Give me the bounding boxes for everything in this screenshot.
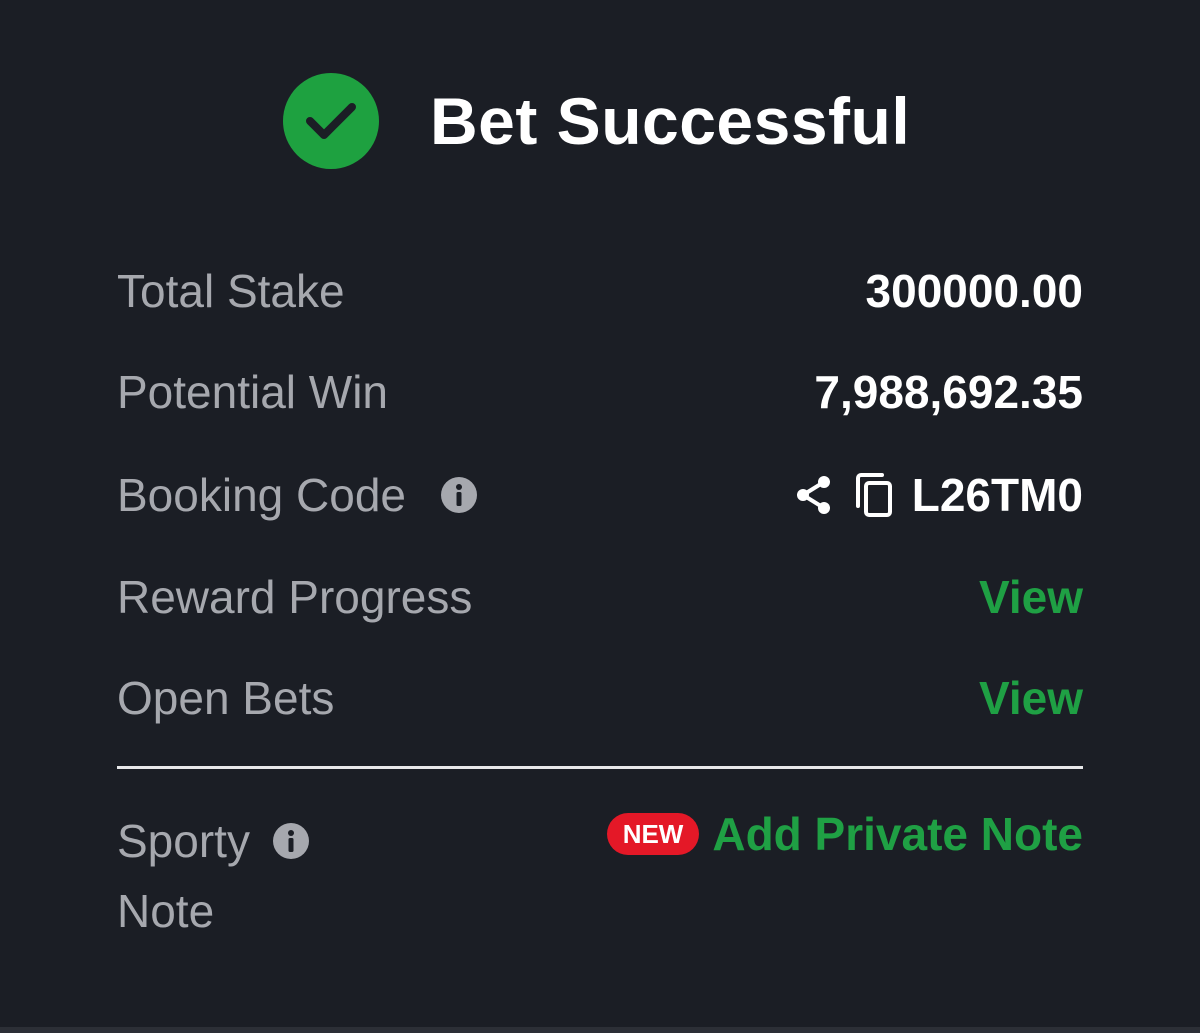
bet-success-header: Bet Successful [283,72,910,170]
bottom-border [0,1027,1200,1033]
check-circle-icon [283,73,379,169]
reward-progress-view-link[interactable]: View [979,570,1083,624]
potential-win-row: Potential Win 7,988,692.35 [117,362,1083,422]
booking-code-label: Booking Code [117,469,406,521]
add-private-note-label: Add Private Note [712,808,1083,860]
sporty-note-label: Sporty Note [117,806,310,946]
new-badge: NEW [606,813,700,855]
bet-success-panel: Bet Successful Total Stake 300000.00 Pot… [0,0,1200,1033]
page-title: Bet Successful [430,84,911,158]
info-icon[interactable] [272,822,310,860]
open-bets-row: Open Bets View [117,668,1083,728]
booking-code-value: L26TM0 [911,469,1083,521]
booking-code-label-wrap: Booking Code [117,468,478,522]
total-stake-label: Total Stake [117,265,345,317]
reward-progress-row: Reward Progress View [117,567,1083,627]
potential-win-value: 7,988,692.35 [814,366,1083,418]
sporty-note-label-line2: Note [117,885,215,937]
copy-icon[interactable] [854,472,894,518]
info-icon[interactable] [440,476,478,514]
open-bets-view-link[interactable]: View [979,671,1083,725]
potential-win-label: Potential Win [117,366,389,418]
share-icon[interactable] [794,474,834,516]
divider [117,766,1083,769]
total-stake-value: 300000.00 [865,265,1083,317]
reward-progress-label: Reward Progress [117,571,473,623]
open-bets-label: Open Bets [117,672,335,724]
sporty-note-label-line1-wrap: Sporty [117,806,310,876]
booking-code-row: Booking Code L26TM0 [117,465,1083,525]
add-private-note-button[interactable]: NEW Add Private Note [606,806,1083,862]
booking-code-value-wrap: L26TM0 [794,468,1083,522]
sporty-note-label-line1: Sporty [117,815,250,867]
total-stake-row: Total Stake 300000.00 [117,261,1083,321]
